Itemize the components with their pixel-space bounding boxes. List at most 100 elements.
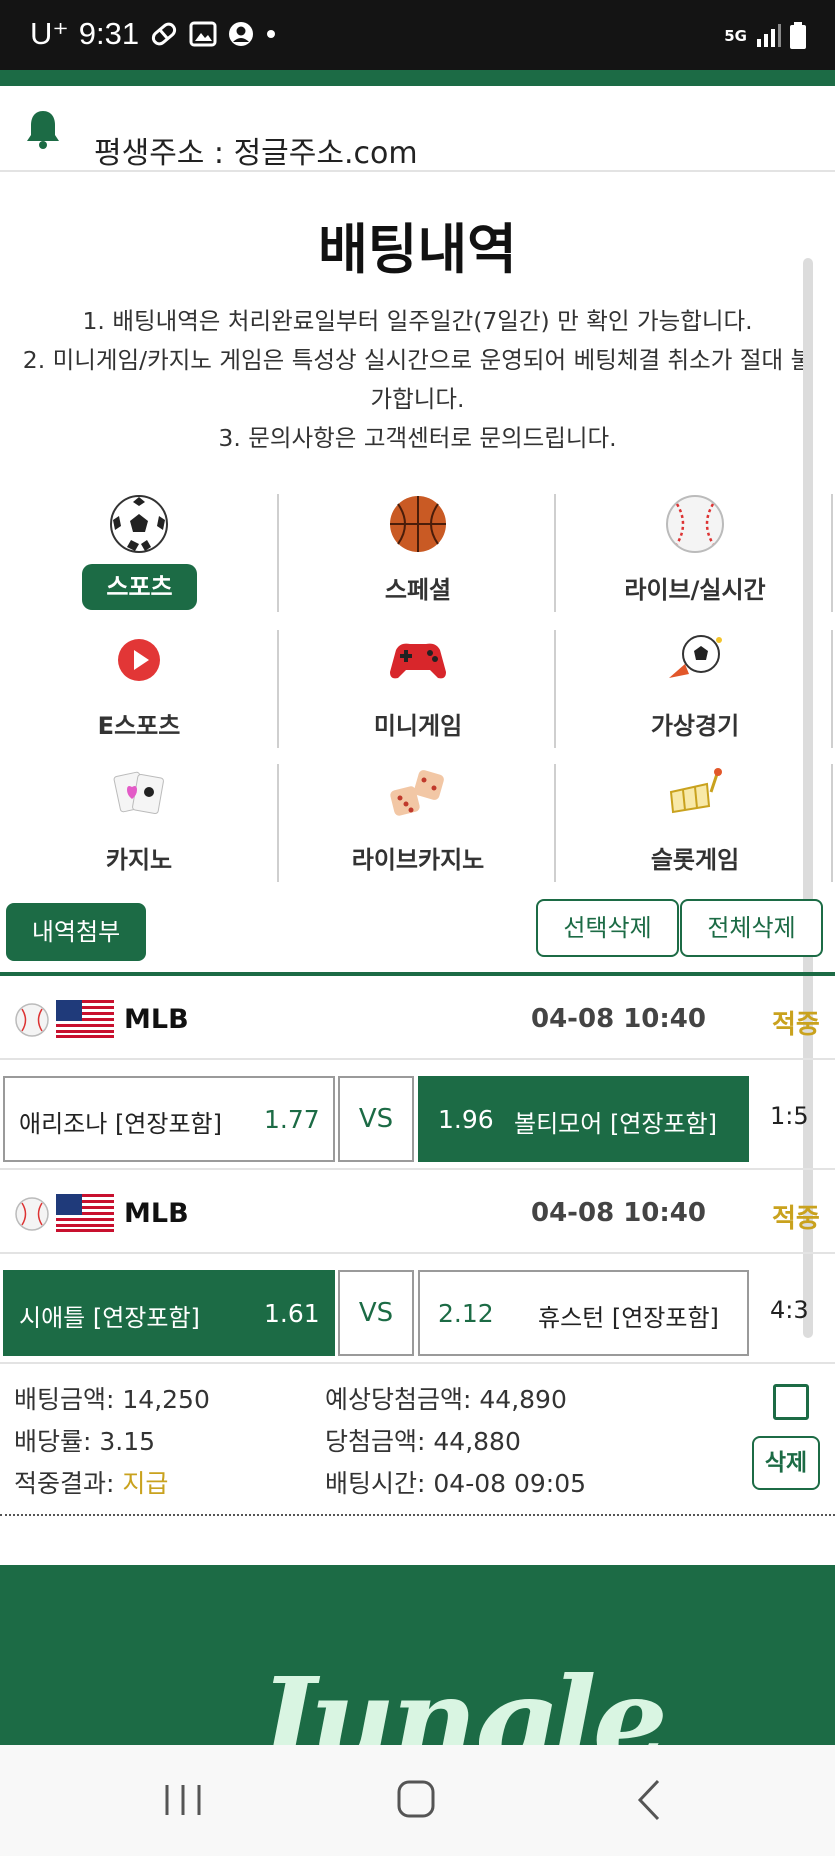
status-badge: 적중 — [772, 1204, 820, 1234]
category-label: 카지노 — [105, 846, 173, 874]
page-title: 배팅내역 — [318, 218, 517, 281]
gamepad-icon — [390, 643, 446, 679]
result-value: 지급 — [122, 1469, 169, 1498]
dotted-divider — [0, 1514, 835, 1516]
soccer-kick-icon — [669, 635, 722, 678]
jungle-logo: Jungle — [258, 1651, 668, 1745]
category-label: E스포츠 — [97, 712, 181, 740]
home-team-option[interactable]: 애리조나 [연장포함] 1.77 — [3, 1076, 335, 1162]
category-live[interactable]: 라이브/실시간 — [556, 490, 834, 612]
category-live-casino[interactable]: 라이브카지노 — [279, 760, 557, 882]
category-label: 미니게임 — [373, 712, 463, 740]
soccer-ball-icon — [110, 495, 168, 553]
status-badge: 적중 — [772, 1010, 820, 1040]
category-virtual[interactable]: 가상경기 — [556, 626, 834, 748]
time-label: 배팅시간: — [325, 1469, 426, 1498]
home-icon — [397, 1780, 435, 1818]
attach-history-button[interactable]: 내역첨부 — [6, 903, 146, 961]
baseball-icon — [666, 495, 724, 553]
rule-2: 2. 미니게임/카지노 게임은 특성상 실시간으로 운영되어 베팅체결 취소가 … — [22, 346, 813, 413]
delete-button[interactable]: 삭제 — [752, 1436, 820, 1490]
expected-value: 44,890 — [479, 1385, 567, 1414]
us-flag-icon — [56, 1194, 114, 1232]
notice-bar: 평생주소 : 정글주소.com — [0, 86, 835, 172]
category-slot[interactable]: 슬롯게임 — [556, 760, 834, 882]
carrier-label: U⁺ — [30, 16, 69, 51]
home-odds: 1.77 — [264, 1105, 320, 1134]
bet-amount-row: 배팅금액: 14,250 — [14, 1380, 210, 1416]
dot-icon — [267, 30, 276, 38]
recents-button[interactable] — [153, 1773, 213, 1827]
back-icon — [637, 1779, 660, 1821]
odds-value: 3.15 — [99, 1427, 156, 1456]
slot-icon — [669, 768, 722, 814]
away-team-option[interactable]: 1.96 볼티모어 [연장포함] — [418, 1076, 749, 1162]
home-button[interactable] — [386, 1773, 446, 1827]
bet-header: MLB 04-08 10:40 적중 — [0, 1174, 835, 1254]
rule-3: 3. 문의사항은 고객센터로 문의드립니다. — [218, 424, 617, 452]
delete-all-button[interactable]: 전체삭제 — [680, 899, 823, 957]
bet-amount-label: 배팅금액: — [14, 1385, 115, 1414]
bet-header: MLB 04-08 10:40 적중 — [0, 980, 835, 1060]
win-value: 44,880 — [433, 1427, 521, 1456]
category-minigame[interactable]: 미니게임 — [279, 626, 557, 748]
divider — [831, 764, 833, 882]
select-checkbox[interactable] — [773, 1384, 809, 1420]
section-divider — [0, 972, 835, 976]
category-sports[interactable]: 스포츠 — [0, 490, 278, 612]
away-team-name: 휴스턴 [연장포함] — [538, 1304, 719, 1332]
category-label: 가상경기 — [650, 712, 740, 740]
recents-icon — [165, 1785, 201, 1815]
time-value: 04-08 09:05 — [433, 1469, 587, 1498]
status-left: U⁺ 9:31 — [30, 14, 277, 54]
pill-icon — [151, 22, 177, 46]
clock: 9:31 — [78, 16, 140, 51]
expected-label: 예상당첨금액: — [325, 1385, 472, 1414]
header-strip — [0, 70, 835, 86]
odds-row: 배당률: 3.15 — [14, 1422, 155, 1458]
category-casino[interactable]: 카지노 — [0, 760, 278, 882]
category-label: 스포츠 — [82, 564, 197, 610]
baseball-icon — [15, 1003, 49, 1037]
match-datetime: 04-08 10:40 — [531, 1004, 706, 1034]
delete-selected-button[interactable]: 선택삭제 — [536, 899, 679, 957]
category-label: 슬롯게임 — [650, 846, 740, 874]
win-label: 당첨금액: — [325, 1427, 426, 1456]
account-icon — [229, 22, 254, 46]
footer: Jungle — [0, 1565, 835, 1745]
divider — [831, 630, 833, 748]
us-flag-icon — [56, 1000, 114, 1038]
category-special[interactable]: 스페셜 — [279, 490, 557, 612]
home-odds: 1.61 — [264, 1299, 320, 1328]
notice-text: 평생주소 : 정글주소.com — [94, 136, 418, 171]
category-label: 스페셜 — [384, 576, 452, 604]
back-button[interactable] — [620, 1773, 680, 1827]
signal-icon — [757, 24, 781, 47]
league-name: MLB — [124, 1004, 189, 1035]
rules-text: 1. 배팅내역은 처리완료일부터 일주일간(7일간) 만 확인 가능합니다. 2… — [20, 302, 815, 458]
battery-icon — [790, 22, 806, 49]
bet-amount-value: 14,250 — [122, 1385, 210, 1414]
away-odds: 2.12 — [438, 1299, 494, 1328]
gallery-icon — [189, 21, 217, 47]
category-esports[interactable]: E스포츠 — [0, 626, 278, 748]
result-label: 적중결과: — [14, 1469, 115, 1498]
cards-icon — [113, 771, 164, 815]
category-label: 라이브카지노 — [351, 846, 485, 874]
league-name: MLB — [124, 1198, 189, 1229]
vs-label: VS — [338, 1076, 414, 1162]
dice-icon — [390, 770, 444, 816]
status-right: 5G — [724, 18, 807, 54]
play-icon — [118, 639, 160, 681]
category-label: 라이브/실시간 — [624, 576, 766, 604]
bet-line: 시애틀 [연장포함] 1.61 VS 2.12 휴스턴 [연장포함] 4:3 — [0, 1256, 835, 1364]
away-team-name: 볼티모어 [연장포함] — [514, 1110, 717, 1138]
time-row: 배팅시간: 04-08 09:05 — [325, 1464, 586, 1500]
bet-summary: 배팅금액: 14,250 배당률: 3.15 적중결과: 지급 예상당첨금액: … — [0, 1368, 835, 1518]
match-datetime: 04-08 10:40 — [531, 1198, 706, 1228]
home-team-name: 시애틀 [연장포함] — [19, 1304, 200, 1332]
expected-row: 예상당첨금액: 44,890 — [325, 1380, 567, 1416]
home-team-option[interactable]: 시애틀 [연장포함] 1.61 — [3, 1270, 335, 1356]
away-team-option[interactable]: 2.12 휴스턴 [연장포함] — [418, 1270, 749, 1356]
rule-1: 1. 배팅내역은 처리완료일부터 일주일간(7일간) 만 확인 가능합니다. — [82, 307, 753, 335]
